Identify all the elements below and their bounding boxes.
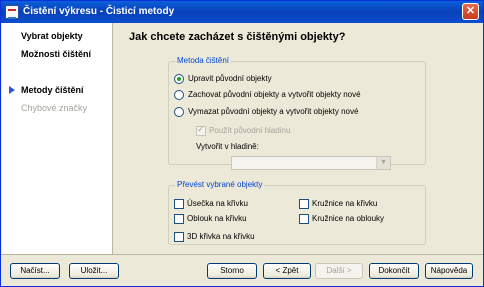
save-button[interactable]: Uložit... bbox=[69, 263, 119, 279]
layer-label: Vytvořit v hladině: bbox=[196, 142, 259, 151]
checkbox-label: Použít původní hladinu bbox=[209, 126, 291, 135]
sidebar-item-cleanup-options[interactable]: Možnosti čištění bbox=[21, 49, 91, 59]
radio-delete-original[interactable] bbox=[174, 107, 184, 117]
line-to-curve-checkbox[interactable] bbox=[174, 199, 184, 209]
checkbox-label: Kružnice na křivku bbox=[312, 199, 378, 208]
checkbox-label: Úsečka na křivku bbox=[187, 199, 248, 208]
wizard-steps: Vybrat objekty Možnosti čištění Metody č… bbox=[2, 23, 113, 254]
radio-keep-original[interactable] bbox=[174, 90, 184, 100]
arc-to-curve-checkbox[interactable] bbox=[174, 214, 184, 224]
circle-to-arcs-checkbox[interactable] bbox=[299, 214, 309, 224]
convert-objects-group: Převést vybrané objekty Úsečka na křivku… bbox=[168, 180, 426, 245]
arrow-right-icon bbox=[9, 86, 15, 94]
group-legend: Metoda čištění bbox=[175, 56, 232, 65]
checkbox-label: 3D křivka na křivku bbox=[187, 232, 255, 241]
radio-label: Upravit původní objekty bbox=[188, 74, 272, 83]
circle-to-curve-checkbox[interactable] bbox=[299, 199, 309, 209]
3d-curve-to-curve-checkbox[interactable] bbox=[174, 232, 184, 242]
sidebar-item-cleanup-methods[interactable]: Metody čištění bbox=[21, 85, 84, 95]
app-icon bbox=[5, 5, 19, 19]
radio-label: Zachovat původní objekty a vytvořit obje… bbox=[188, 90, 361, 99]
load-button[interactable]: Načíst... bbox=[10, 263, 60, 279]
next-button: Další > bbox=[315, 263, 363, 279]
use-original-layer-checkbox[interactable] bbox=[196, 124, 206, 136]
close-icon: ✕ bbox=[465, 5, 476, 17]
group-legend: Převést vybrané objekty bbox=[175, 180, 265, 189]
checkbox-label: Oblouk na křivku bbox=[187, 214, 247, 223]
layer-dropdown[interactable]: ▼ bbox=[231, 156, 391, 170]
title-bar[interactable]: Čistění výkresu - Čisticí metody ✕ bbox=[1, 1, 483, 23]
back-button[interactable]: < Zpět bbox=[263, 263, 311, 279]
close-button[interactable]: ✕ bbox=[462, 3, 479, 20]
button-bar: Načíst... Uložit... Storno < Zpět Další … bbox=[1, 255, 483, 286]
finish-button[interactable]: Dokončit bbox=[369, 263, 419, 279]
help-button[interactable]: Nápověda bbox=[425, 263, 473, 279]
checkbox-label: Kružnice na oblouky bbox=[312, 214, 385, 223]
chevron-down-icon[interactable]: ▼ bbox=[376, 157, 390, 169]
sidebar-item-select-objects[interactable]: Vybrat objekty bbox=[21, 31, 83, 41]
window-title: Čistění výkresu - Čisticí metody bbox=[23, 6, 175, 17]
cleanup-dialog: Čistění výkresu - Čisticí metody ✕ Vybra… bbox=[0, 0, 484, 287]
page-title: Jak chcete zacházet s čištěnými objekty? bbox=[129, 31, 346, 43]
radio-label: Vymazat původní objekty a vytvořit objek… bbox=[188, 107, 359, 116]
cleanup-method-group: Metoda čištění Upravit původní objekty Z… bbox=[168, 56, 426, 170]
radio-modify-original[interactable] bbox=[174, 74, 184, 84]
sidebar-item-error-markers: Chybové značky bbox=[21, 103, 88, 113]
cancel-button[interactable]: Storno bbox=[207, 263, 257, 279]
main-panel: Jak chcete zacházet s čištěnými objekty?… bbox=[113, 23, 483, 254]
